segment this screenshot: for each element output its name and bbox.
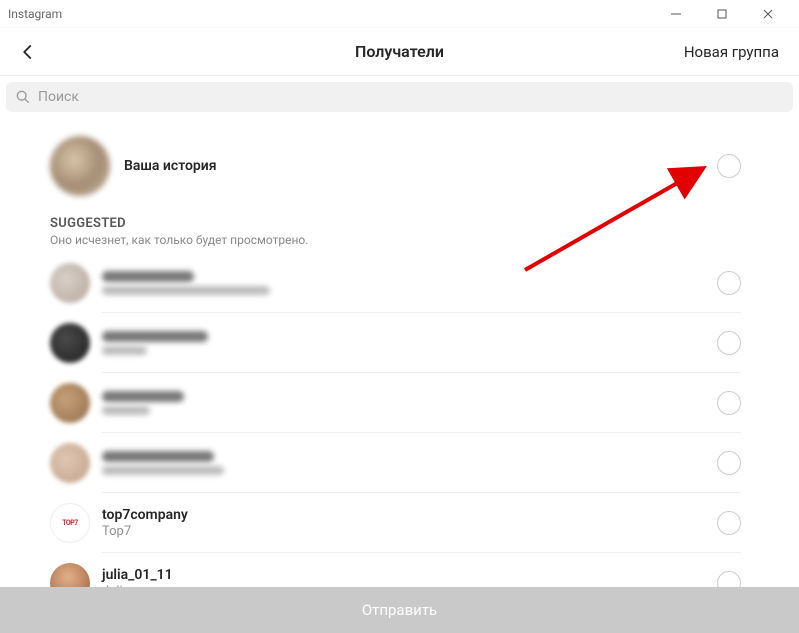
maximize-button[interactable]	[699, 0, 745, 28]
new-group-button[interactable]: Новая группа	[684, 43, 779, 61]
close-icon	[763, 9, 773, 19]
list-item[interactable]: TOP7 top7companyTop7	[0, 493, 799, 553]
list-item-text: top7companyTop7	[102, 507, 188, 539]
list-item-sub: Top7	[102, 524, 188, 539]
search-input[interactable]	[38, 89, 783, 105]
list-item-name-blurred	[102, 331, 208, 342]
list-item[interactable]	[0, 433, 799, 493]
list-item-name-blurred	[102, 451, 214, 462]
list-item[interactable]	[0, 253, 799, 313]
page-title: Получатели	[16, 42, 783, 61]
your-story-row[interactable]: Ваша история	[0, 118, 799, 208]
list-item-name: top7company	[102, 507, 188, 523]
suggested-subtitle: Оно исчезнет, как только будет просмотре…	[50, 233, 749, 247]
content: Ваша история SUGGESTED Оно исчезнет, как…	[0, 118, 799, 613]
avatar	[50, 323, 90, 363]
back-button[interactable]	[16, 40, 40, 64]
list-item-sub-blurred	[102, 346, 147, 355]
window-controls	[653, 0, 791, 28]
select-radio[interactable]	[717, 271, 741, 295]
maximize-icon	[717, 9, 727, 19]
minimize-button[interactable]	[653, 0, 699, 28]
search-box[interactable]	[6, 82, 793, 112]
list-item-name-blurred	[102, 391, 184, 402]
list-item-text	[102, 391, 184, 415]
suggested-header: SUGGESTED Оно исчезнет, как только будет…	[0, 208, 799, 249]
window-titlebar: Instagram	[0, 0, 799, 28]
your-story-avatar	[50, 136, 110, 196]
send-button[interactable]: Отправить	[0, 587, 799, 633]
chevron-left-icon	[19, 43, 37, 61]
suggested-list: TOP7top7companyTop7julia_01_11Julia	[0, 249, 799, 613]
close-button[interactable]	[745, 0, 791, 28]
list-item-name-blurred	[102, 271, 194, 282]
window-title: Instagram	[8, 7, 62, 21]
list-item[interactable]	[0, 373, 799, 433]
avatar	[50, 383, 90, 423]
list-item-text	[102, 331, 208, 355]
avatar	[50, 263, 90, 303]
minimize-icon	[671, 9, 681, 19]
search-icon	[16, 90, 30, 104]
send-label: Отправить	[362, 601, 437, 619]
select-radio[interactable]	[717, 391, 741, 415]
your-story-radio[interactable]	[717, 154, 741, 178]
page-header: Получатели Новая группа	[0, 28, 799, 76]
list-item-sub-blurred	[102, 286, 270, 295]
suggested-title: SUGGESTED	[50, 216, 749, 231]
list-item-sub-blurred	[102, 466, 224, 475]
list-item-sub-blurred	[102, 406, 150, 415]
your-story-label: Ваша история	[124, 158, 217, 174]
list-item[interactable]	[0, 313, 799, 373]
list-item-name: julia_01_11	[102, 567, 173, 583]
list-item-text	[102, 451, 224, 475]
select-radio[interactable]	[717, 331, 741, 355]
list-item-text	[102, 271, 270, 295]
search-bar	[0, 76, 799, 118]
select-radio[interactable]	[717, 511, 741, 535]
avatar: TOP7	[50, 503, 90, 543]
select-radio[interactable]	[717, 451, 741, 475]
avatar	[50, 443, 90, 483]
